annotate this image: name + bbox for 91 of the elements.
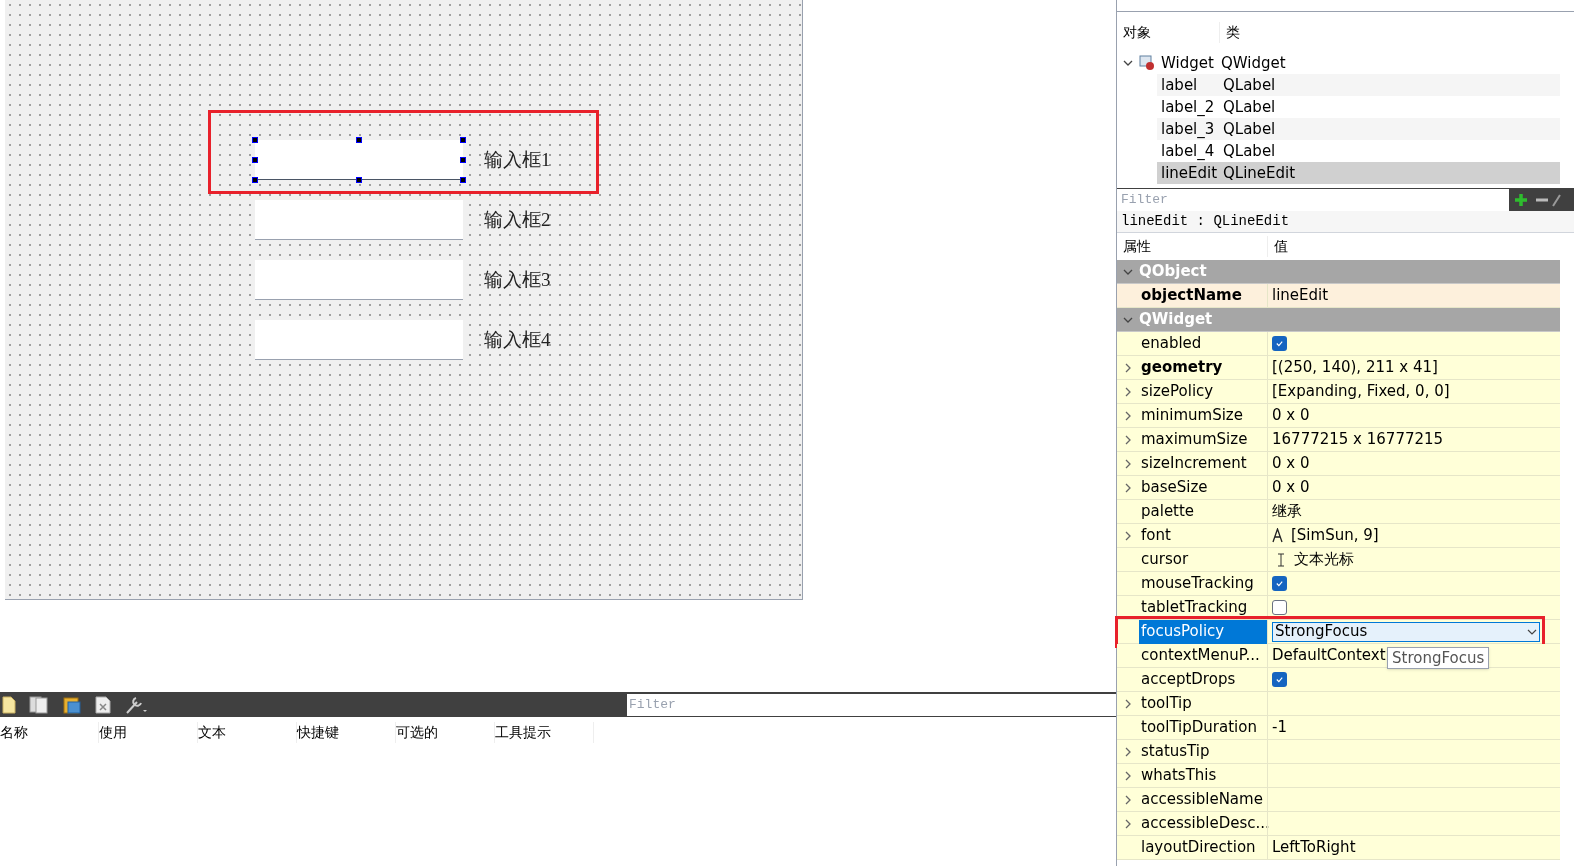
resize-handle[interactable] [356, 137, 362, 143]
property-value: 0 x 0 [1272, 408, 1310, 423]
resize-handle[interactable] [252, 137, 258, 143]
chevron-right-icon[interactable] [1123, 410, 1133, 421]
checkmark-icon [1275, 675, 1284, 684]
new-file-icon[interactable] [2, 695, 16, 714]
property-value: -1 [1272, 720, 1287, 735]
tree-item[interactable]: label QLabel [1157, 74, 1560, 96]
field-label: 输入框3 [484, 267, 551, 292]
column-header[interactable]: 类 [1219, 21, 1240, 43]
property-name[interactable]: focusPolicy [1139, 619, 1267, 644]
column-header[interactable]: 属性 [1117, 236, 1267, 257]
resize-handle[interactable] [460, 137, 466, 143]
tooltip: StrongFocus [1387, 647, 1490, 669]
property-name[interactable]: font [1139, 523, 1267, 548]
property-name[interactable]: minimumSize [1139, 403, 1267, 428]
chevron-right-icon[interactable] [1123, 482, 1133, 493]
tree-item[interactable]: label_4 QLabel [1157, 140, 1560, 162]
property-value: LeftToRight [1272, 840, 1356, 855]
text-cursor-icon [1278, 552, 1284, 567]
property-value: 继承 [1272, 504, 1302, 519]
property-value: 文本光标 [1294, 552, 1354, 567]
property-value: [Expanding, Fixed, 0, 0] [1272, 384, 1450, 399]
property-name[interactable]: maximumSize [1139, 427, 1267, 452]
column-header[interactable]: 值 [1267, 236, 1288, 257]
chevron-right-icon[interactable] [1123, 530, 1133, 541]
object-title: lineEdit : QLineEdit [1117, 211, 1574, 233]
line-edit[interactable] [255, 140, 463, 180]
font-sample-icon [1272, 528, 1283, 543]
chevron-right-icon[interactable] [1123, 458, 1133, 469]
property-value: [(250, 140), 211 x 41] [1272, 360, 1438, 375]
chevron-right-icon[interactable] [1123, 434, 1133, 445]
column-header[interactable]: 名称 [0, 721, 99, 743]
chevron-right-icon[interactable] [1123, 746, 1133, 757]
property-name[interactable]: palette [1139, 499, 1267, 524]
property-name[interactable]: contextMenuP... [1139, 643, 1267, 668]
resize-handle[interactable] [460, 177, 466, 183]
pencil-icon[interactable] [1551, 192, 1561, 207]
column-header[interactable]: 可选的 [396, 721, 495, 743]
column-header[interactable]: 文本 [198, 721, 297, 743]
chevron-down-icon[interactable] [1123, 58, 1133, 68]
property-name[interactable]: toolTipDuration [1139, 715, 1267, 740]
resize-handle[interactable] [460, 157, 466, 163]
property-value: DefaultContext [1272, 648, 1386, 663]
field-label: 输入框2 [484, 207, 551, 232]
checkmark-icon [1275, 579, 1284, 588]
property-value: lineEdit [1272, 288, 1329, 303]
column-header[interactable]: 工具提示 [495, 721, 594, 743]
checkbox[interactable] [1272, 672, 1287, 687]
property-value: 16777215 x 16777215 [1272, 432, 1444, 447]
filter-field[interactable]: Filter [1117, 188, 1509, 211]
paste-icon[interactable] [62, 695, 82, 714]
property-name[interactable]: sizeIncrement [1139, 451, 1267, 476]
column-header[interactable]: 使用 [99, 721, 198, 743]
chevron-right-icon[interactable] [1123, 794, 1133, 805]
property-name[interactable]: sizePolicy [1139, 379, 1267, 404]
property-name[interactable]: geometry [1139, 355, 1267, 380]
checkbox[interactable] [1272, 576, 1287, 591]
chevron-right-icon[interactable] [1123, 770, 1133, 781]
resize-handle[interactable] [356, 177, 362, 183]
filter-field[interactable]: Filter [627, 693, 1116, 716]
property-value: [SimSun, 9] [1291, 528, 1379, 543]
property-name[interactable]: baseSize [1139, 475, 1267, 500]
property-value: 0 x 0 [1272, 456, 1310, 471]
chevron-right-icon[interactable] [1123, 386, 1133, 397]
wrench-icon[interactable] [124, 694, 148, 715]
checkmark-icon [1275, 339, 1284, 348]
property-name[interactable]: objectName [1139, 283, 1267, 308]
field-label: 输入框1 [484, 147, 551, 172]
widget-icon [1139, 55, 1155, 71]
copy-icon[interactable] [29, 695, 49, 714]
checkbox[interactable] [1272, 600, 1287, 615]
tree-item[interactable]: label_2 QLabel [1157, 96, 1560, 118]
property-name[interactable]: cursor [1139, 547, 1267, 572]
tree-item[interactable]: label_3 QLabel [1157, 118, 1560, 140]
chevron-right-icon[interactable] [1123, 362, 1133, 373]
resize-handle[interactable] [252, 177, 258, 183]
column-header[interactable]: 对象 [1117, 21, 1219, 43]
resize-handle[interactable] [252, 157, 258, 163]
chevron-right-icon[interactable] [1123, 698, 1133, 709]
field-label: 输入框4 [484, 327, 551, 352]
tree-item[interactable]: Widget QWidget [1117, 52, 1574, 74]
delete-icon[interactable] [95, 695, 111, 714]
property-name[interactable]: layoutDirection [1139, 835, 1267, 860]
chevron-right-icon[interactable] [1123, 818, 1133, 829]
value-dropdown[interactable]: StrongFocus [1272, 621, 1540, 642]
property-value: 0 x 0 [1272, 480, 1310, 495]
tree-item[interactable]: lineEdit QLineEdit [1157, 162, 1560, 184]
plus-icon[interactable] [1513, 191, 1529, 208]
checkbox[interactable] [1272, 336, 1287, 351]
column-header[interactable]: 快捷键 [297, 721, 396, 743]
